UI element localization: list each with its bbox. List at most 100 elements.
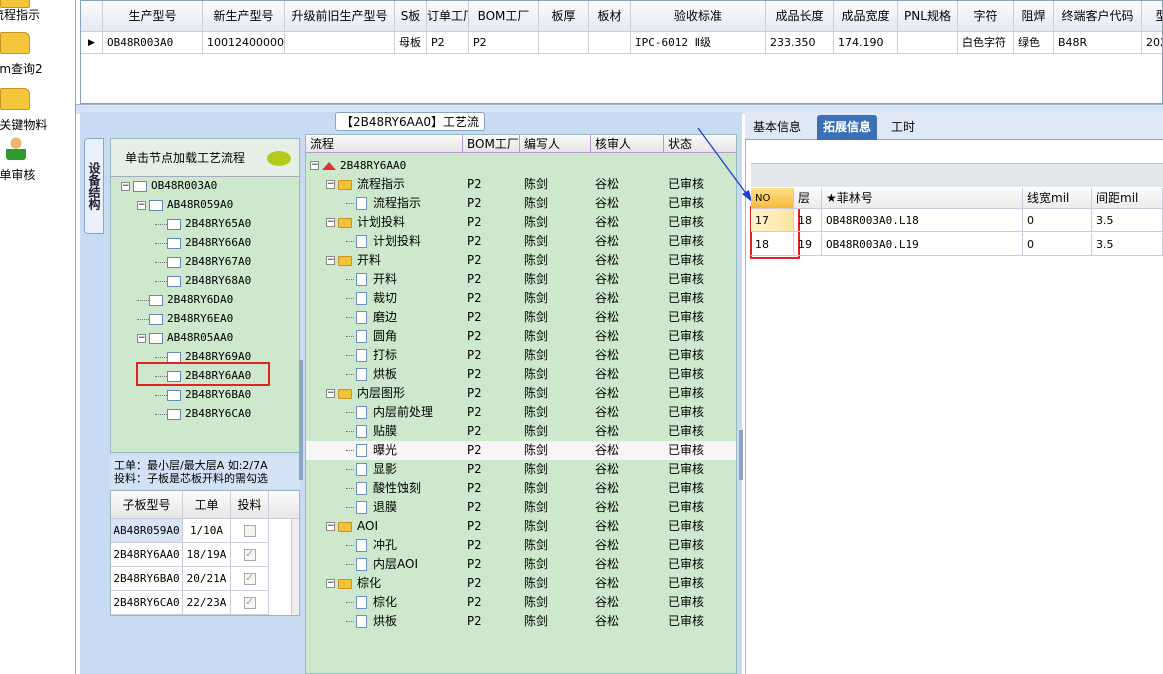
- column-header[interactable]: 投料: [231, 491, 269, 519]
- tree-node[interactable]: − AB48R059A0: [137, 196, 233, 214]
- process-root-row[interactable]: − 2B48RY6AA0: [306, 156, 736, 175]
- expand-toggle-icon[interactable]: −: [310, 161, 319, 170]
- column-header[interactable]: 子板型号: [111, 491, 183, 519]
- process-row[interactable]: 内层AOI P2 陈剑 谷松 已审核: [306, 555, 736, 574]
- process-row[interactable]: − 开料 P2 陈剑 谷松 已审核: [306, 251, 736, 270]
- nav-item[interactable]: e单审核: [0, 136, 75, 186]
- table-cell[interactable]: 17: [751, 209, 794, 232]
- checkbox-cell[interactable]: ✓: [231, 567, 269, 591]
- process-row[interactable]: 流程指示 P2 陈剑 谷松 已审核: [306, 194, 736, 213]
- checkbox-cell[interactable]: [231, 519, 269, 543]
- tree-node[interactable]: 2B48RY67A0: [155, 253, 251, 271]
- column-header[interactable]: 成品长度: [766, 1, 834, 32]
- process-row[interactable]: 退膜 P2 陈剑 谷松 已审核: [306, 498, 736, 517]
- nav-item[interactable]: T关键物料: [0, 86, 75, 136]
- process-row[interactable]: 冲孔 P2 陈剑 谷松 已审核: [306, 536, 736, 555]
- column-header[interactable]: 编写人: [520, 135, 591, 153]
- collapse-handle-right[interactable]: [739, 430, 743, 480]
- process-row[interactable]: − 计划投料 P2 陈剑 谷松 已审核: [306, 213, 736, 232]
- process-row[interactable]: 曝光 P2 陈剑 谷松 已审核: [306, 441, 736, 460]
- tree-node[interactable]: − AB48R05AA0: [137, 329, 233, 347]
- table-row[interactable]: ▶OB48R003A010012400000923母板P2P2IPC-6012 …: [81, 32, 1162, 54]
- process-reviewer-cell: 谷松: [595, 196, 620, 210]
- process-row[interactable]: − AOI P2 陈剑 谷松 已审核: [306, 517, 736, 536]
- column-header[interactable]: 板厚: [539, 1, 589, 32]
- process-row[interactable]: 内层前处理 P2 陈剑 谷松 已审核: [306, 403, 736, 422]
- expand-toggle-icon[interactable]: −: [121, 181, 130, 191]
- process-row[interactable]: − 流程指示 P2 陈剑 谷松 已审核: [306, 175, 736, 194]
- process-row[interactable]: 酸性蚀刻 P2 陈剑 谷松 已审核: [306, 479, 736, 498]
- process-row[interactable]: 显影 P2 陈剑 谷松 已审核: [306, 460, 736, 479]
- expand-toggle-icon[interactable]: −: [326, 256, 335, 265]
- feed-checkbox[interactable]: ✓: [243, 573, 256, 585]
- column-header[interactable]: 新生产型号: [203, 1, 285, 32]
- process-row[interactable]: 磨边 P2 陈剑 谷松 已审核: [306, 308, 736, 327]
- process-row[interactable]: 裁切 P2 陈剑 谷松 已审核: [306, 289, 736, 308]
- column-header[interactable]: 板材: [589, 1, 631, 32]
- top-grid-corner[interactable]: [81, 1, 103, 32]
- tree-line-icon: [346, 545, 354, 546]
- table-cell[interactable]: 18: [751, 233, 794, 256]
- column-header[interactable]: BOM工厂: [463, 135, 520, 153]
- checkbox-cell[interactable]: ✓: [231, 543, 269, 567]
- tree-node[interactable]: 2B48RY6DA0: [137, 291, 233, 309]
- column-header[interactable]: 成品宽度: [834, 1, 898, 32]
- expand-toggle-icon[interactable]: −: [326, 389, 335, 398]
- process-row[interactable]: 开料 P2 陈剑 谷松 已审核: [306, 270, 736, 289]
- tree-node[interactable]: 2B48RY6BA0: [155, 386, 251, 404]
- folder-open-icon: [0, 88, 30, 110]
- expand-toggle-icon[interactable]: −: [137, 200, 146, 210]
- expand-toggle-icon[interactable]: −: [137, 333, 146, 343]
- column-header[interactable]: S板: [395, 1, 427, 32]
- column-header[interactable]: PNL规格: [898, 1, 958, 32]
- checkbox-cell[interactable]: ✓: [231, 591, 269, 615]
- tree-node[interactable]: − OB48R003A0: [121, 177, 217, 195]
- tree-node[interactable]: 2B48RY6CA0: [155, 405, 251, 423]
- column-header[interactable]: 间距mil: [1092, 188, 1163, 209]
- column-header[interactable]: 线宽mil: [1023, 188, 1092, 209]
- column-header[interactable]: ★菲林号: [822, 188, 1023, 209]
- column-header[interactable]: 生产型号: [103, 1, 203, 32]
- vertical-tab-structure[interactable]: 设备结构: [84, 138, 104, 234]
- feed-checkbox[interactable]: [243, 525, 256, 537]
- expand-toggle-icon[interactable]: −: [326, 180, 335, 189]
- process-row[interactable]: − 内层图形 P2 陈剑 谷松 已审核: [306, 384, 736, 403]
- feed-checkbox[interactable]: ✓: [243, 549, 256, 561]
- column-header[interactable]: BOM工厂: [469, 1, 539, 32]
- process-row[interactable]: 打标 P2 陈剑 谷松 已审核: [306, 346, 736, 365]
- expand-toggle-icon[interactable]: −: [326, 522, 335, 531]
- expand-toggle-icon[interactable]: −: [326, 218, 335, 227]
- expand-toggle-icon[interactable]: −: [326, 579, 335, 588]
- tree-node[interactable]: 2B48RY6EA0: [137, 310, 233, 328]
- column-header[interactable]: 验收标准: [631, 1, 766, 32]
- column-header[interactable]: 订单工厂: [427, 1, 469, 32]
- process-row[interactable]: 圆角 P2 陈剑 谷松 已审核: [306, 327, 736, 346]
- column-header[interactable]: 核审人: [591, 135, 664, 153]
- scrollbar[interactable]: [291, 519, 299, 615]
- column-header[interactable]: 阻焊: [1014, 1, 1054, 32]
- process-row[interactable]: 棕化 P2 陈剑 谷松 已审核: [306, 593, 736, 612]
- collapse-handle-left[interactable]: [299, 360, 303, 480]
- column-header[interactable]: 型: [1142, 1, 1162, 32]
- process-row[interactable]: 计划投料 P2 陈剑 谷松 已审核: [306, 232, 736, 251]
- tab-work-hours[interactable]: 工时: [885, 115, 921, 140]
- column-header[interactable]: 工单: [183, 491, 231, 519]
- tab-extended-info[interactable]: 拓展信息: [817, 115, 878, 140]
- column-header[interactable]: NO: [751, 188, 794, 209]
- column-header[interactable]: 终端客户代码: [1054, 1, 1142, 32]
- feed-checkbox[interactable]: ✓: [243, 597, 256, 609]
- nav-item[interactable]: om查询2: [0, 30, 75, 80]
- process-row[interactable]: 贴膜 P2 陈剑 谷松 已审核: [306, 422, 736, 441]
- column-header[interactable]: 流程: [306, 135, 463, 153]
- column-header[interactable]: 层: [794, 188, 822, 209]
- tree-node[interactable]: 2B48RY68A0: [155, 272, 251, 290]
- column-header[interactable]: 字符: [958, 1, 1014, 32]
- process-row[interactable]: − 棕化 P2 陈剑 谷松 已审核: [306, 574, 736, 593]
- process-row[interactable]: 烘板 P2 陈剑 谷松 已审核: [306, 612, 736, 631]
- tree-node[interactable]: 2B48RY66A0: [155, 234, 251, 252]
- process-row[interactable]: 烘板 P2 陈剑 谷松 已审核: [306, 365, 736, 384]
- process-bom-cell: P2: [467, 424, 482, 438]
- tree-node[interactable]: 2B48RY65A0: [155, 215, 251, 233]
- column-header[interactable]: 升级前旧生产型号: [285, 1, 395, 32]
- node-icon: [149, 294, 163, 306]
